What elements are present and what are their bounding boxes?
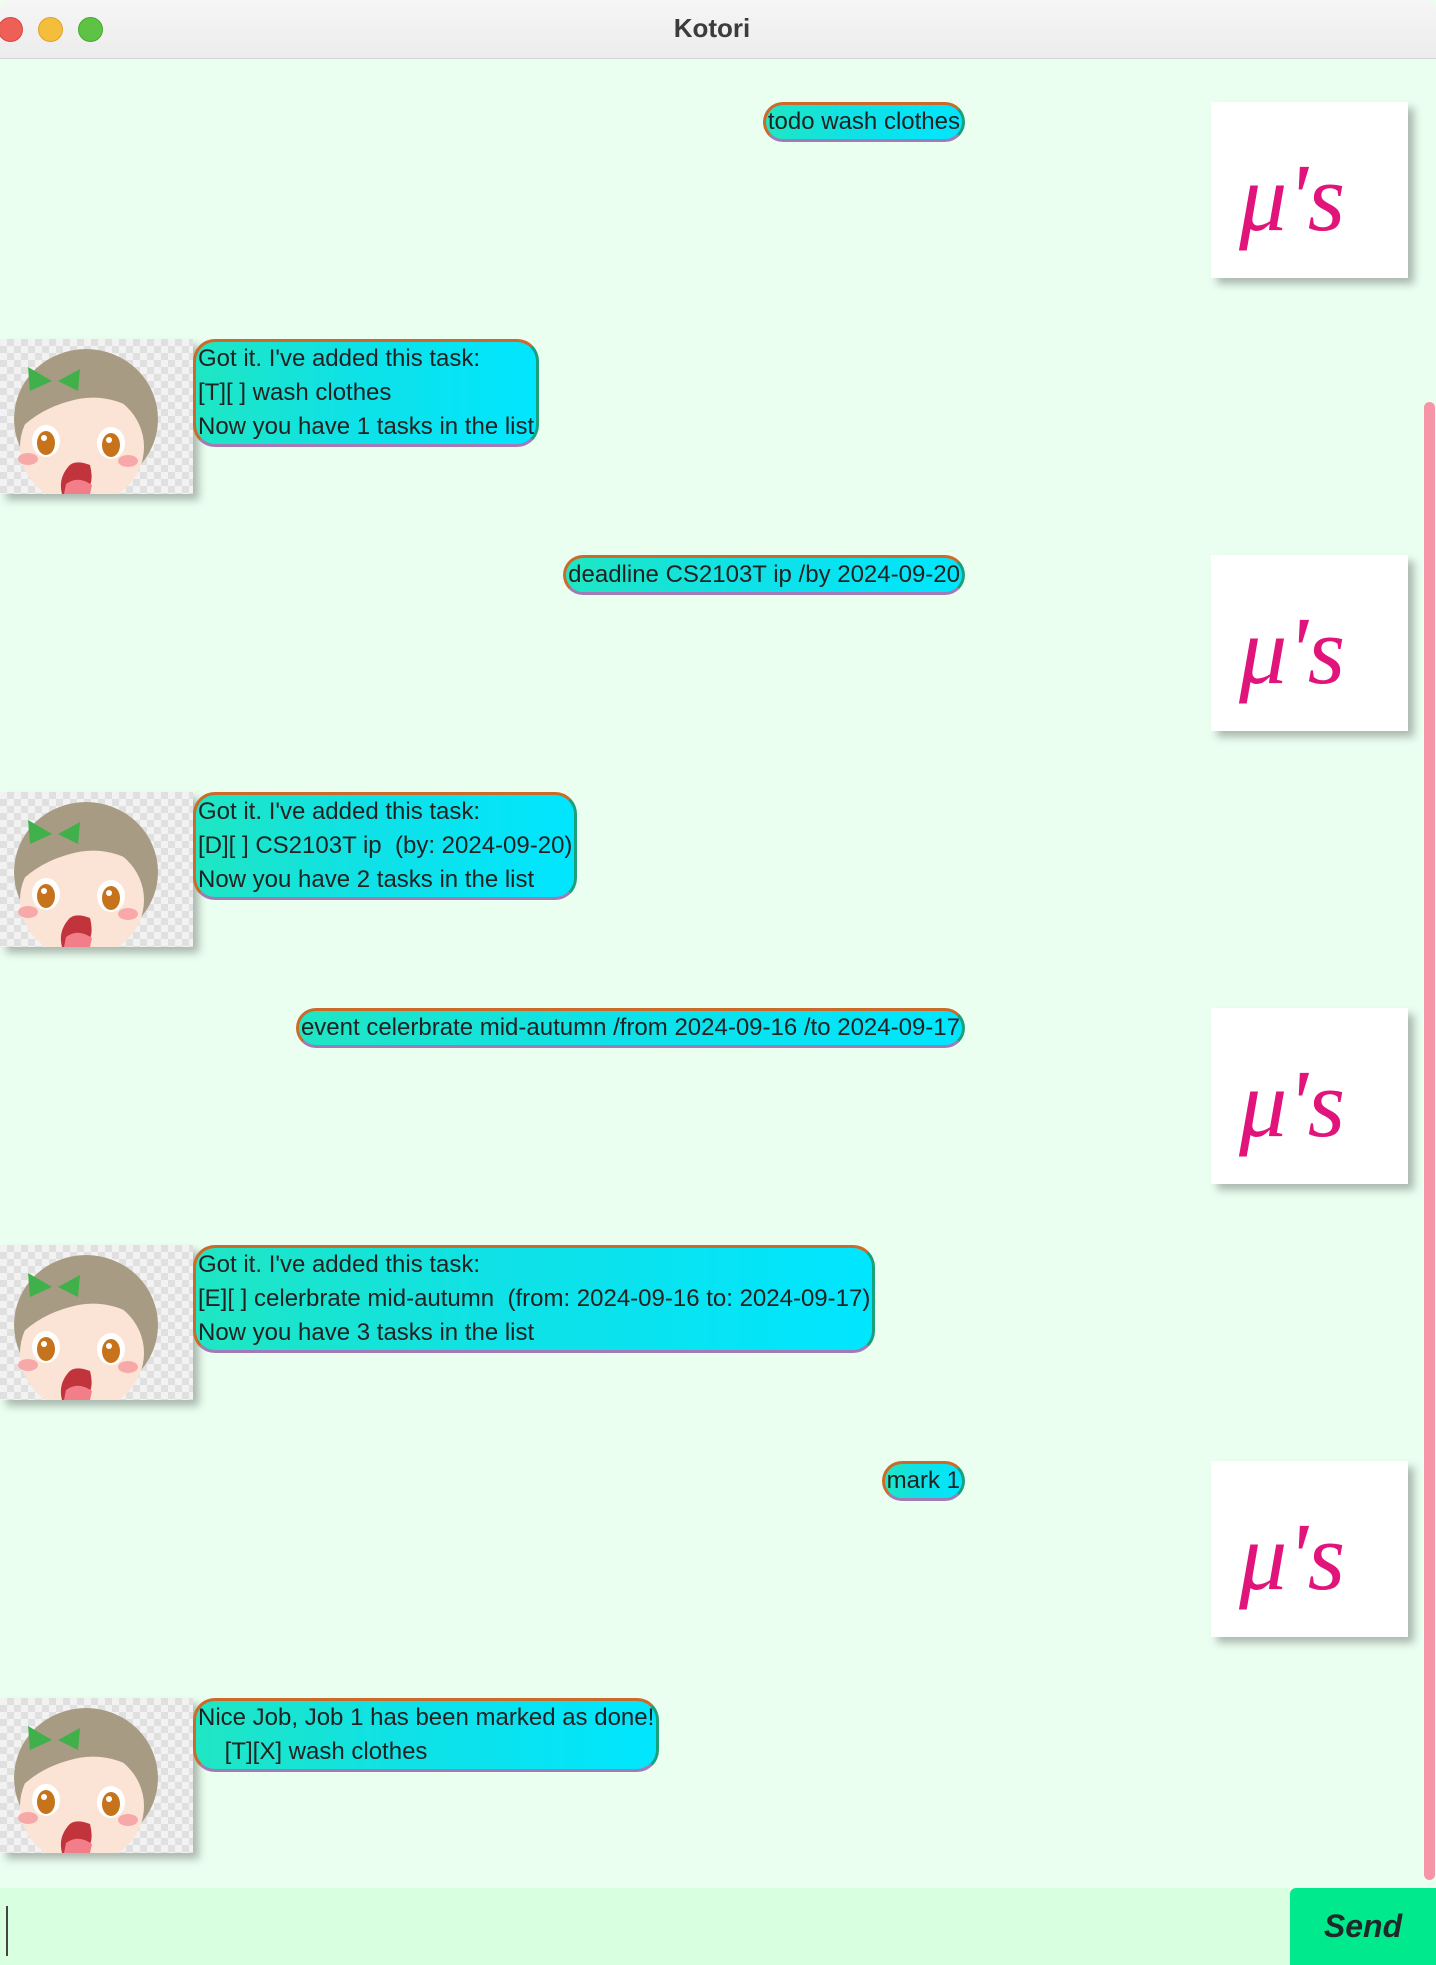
scrollbar-thumb[interactable] bbox=[1424, 402, 1435, 1880]
kotori-face-icon bbox=[14, 349, 158, 494]
user-message-bubble: todo wash clothes bbox=[762, 102, 965, 142]
bot-message-row: Got it. I've added this task: [E][ ] cel… bbox=[0, 1245, 1420, 1445]
app-window: Kotori todo wash clothes μ's Got it. I'v… bbox=[0, 0, 1436, 1965]
bot-message-bubble: Got it. I've added this task: [E][ ] cel… bbox=[193, 1245, 876, 1353]
user-message-bubble: mark 1 bbox=[881, 1461, 965, 1501]
user-avatar: μ's bbox=[1211, 1461, 1408, 1637]
user-message-bubble: event celerbrate mid-autumn /from 2024-0… bbox=[295, 1008, 965, 1048]
user-message-row: deadline CS2103T ip /by 2024-09-20 μ's bbox=[0, 555, 1420, 755]
kotori-avatar bbox=[0, 339, 193, 494]
mus-logo-icon: μ's bbox=[1238, 1050, 1345, 1157]
send-button[interactable]: Send bbox=[1290, 1888, 1436, 1965]
kotori-face-icon bbox=[14, 1708, 158, 1853]
mus-logo-icon: μ's bbox=[1238, 1503, 1345, 1610]
user-avatar: μ's bbox=[1211, 555, 1408, 731]
user-message-row: event celerbrate mid-autumn /from 2024-0… bbox=[0, 1008, 1420, 1208]
kotori-avatar bbox=[0, 792, 193, 947]
kotori-avatar bbox=[0, 1245, 193, 1400]
bot-message-row: Nice Job, Job 1 has been marked as done!… bbox=[0, 1698, 1420, 1898]
text-caret bbox=[6, 1906, 8, 1956]
mus-logo-icon: μ's bbox=[1238, 597, 1345, 704]
window-title: Kotori bbox=[673, 13, 751, 43]
bot-message-row: Got it. I've added this task: [D][ ] CS2… bbox=[0, 792, 1420, 992]
bot-message-bubble: Nice Job, Job 1 has been marked as done!… bbox=[193, 1698, 660, 1772]
user-avatar: μ's bbox=[1211, 102, 1408, 278]
title-bar: Kotori bbox=[0, 0, 1436, 59]
bot-message-row: Got it. I've added this task: [T][ ] was… bbox=[0, 339, 1420, 539]
kotori-avatar bbox=[0, 1698, 193, 1853]
user-avatar: μ's bbox=[1211, 1008, 1408, 1184]
bot-message-bubble: Got it. I've added this task: [T][ ] was… bbox=[193, 339, 540, 447]
kotori-face-icon bbox=[14, 1255, 158, 1400]
bot-message-bubble: Got it. I've added this task: [D][ ] CS2… bbox=[193, 792, 578, 900]
message-input[interactable] bbox=[0, 1888, 1290, 1965]
user-message-row: mark 1 μ's bbox=[0, 1461, 1420, 1661]
kotori-face-icon bbox=[14, 802, 158, 947]
mus-logo-icon: μ's bbox=[1238, 144, 1345, 251]
chat-scroll-pane[interactable]: todo wash clothes μ's Got it. I've added… bbox=[0, 59, 1436, 1888]
user-message-bubble: deadline CS2103T ip /by 2024-09-20 bbox=[563, 555, 965, 595]
